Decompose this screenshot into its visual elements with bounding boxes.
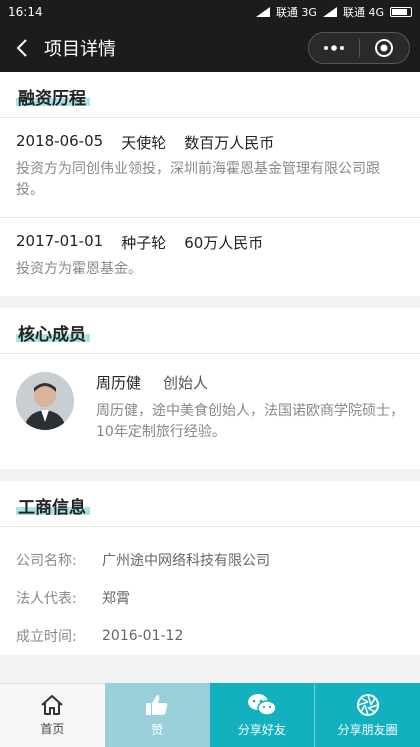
carrier-2: 联通 4G xyxy=(342,6,384,19)
home-icon xyxy=(41,695,64,715)
round-amount: 60万人民币 xyxy=(184,234,264,252)
more-dots-icon xyxy=(323,45,344,51)
battery-icon xyxy=(390,7,412,17)
tab-home[interactable]: 首页 xyxy=(0,683,105,747)
tab-share-friend-label: 分享好友 xyxy=(237,722,286,737)
tab-share-friend[interactable]: 分享好友 xyxy=(209,683,316,747)
wechat-icon xyxy=(247,693,277,716)
member-name: 周历健 xyxy=(96,374,142,392)
target-close-icon xyxy=(375,39,394,57)
chevron-left-icon xyxy=(16,39,27,57)
status-bar: 16:14 联通 3G 联通 4G xyxy=(0,0,420,24)
tab-like-label: 赞 xyxy=(151,722,164,737)
page-title: 项目详情 xyxy=(44,39,116,60)
member-info: 周历健 创始人 周历健，途中美食创始人，法国诺欧商学院硕士，10年定制旅行经验。 xyxy=(96,372,404,443)
tab-share-moments[interactable]: 分享朋友圈 xyxy=(315,683,420,747)
tab-share-moments-label: 分享朋友圈 xyxy=(337,722,398,737)
signal-icon xyxy=(322,7,337,17)
nav-bar: 项目详情 xyxy=(0,24,420,72)
member-description: 周历健，途中美食创始人，法国诺欧商学院硕士，10年定制旅行经验。 xyxy=(96,403,404,440)
info-label: 成立时间: xyxy=(16,629,77,645)
avatar xyxy=(16,372,74,430)
info-value: 广州途中网络科技有限公司 xyxy=(102,553,270,569)
round-date: 2017-01-01 xyxy=(16,232,104,250)
round-date: 2018-06-05 xyxy=(16,132,104,150)
business-section-header: 工商信息 xyxy=(0,481,420,527)
member-name-row: 周历健 创始人 xyxy=(96,372,404,393)
status-time: 16:14 xyxy=(8,5,43,19)
round-stage: 天使轮 xyxy=(121,134,167,152)
funding-round: 2017-01-01 种子轮 60万人民币 投资方为霍恩基金。 xyxy=(0,218,420,296)
tab-like[interactable]: 赞 xyxy=(104,683,210,747)
funding-title: 融资历程 xyxy=(18,89,86,109)
more-button[interactable] xyxy=(309,33,359,63)
tab-home-label: 首页 xyxy=(40,722,65,736)
info-row-founded: 成立时间: 2016-01-12 xyxy=(0,617,420,655)
member-item[interactable]: 周历健 创始人 周历健，途中美食创始人，法国诺欧商学院硕士，10年定制旅行经验。 xyxy=(0,354,420,469)
round-header: 2017-01-01 种子轮 60万人民币 xyxy=(16,232,404,253)
funding-card: 融资历程 2018-06-05 天使轮 数百万人民币 投资方为同创伟业领投，深圳… xyxy=(0,72,420,296)
member-role: 创始人 xyxy=(163,374,209,392)
moments-aperture-icon xyxy=(356,693,379,716)
info-row-legal-rep: 法人代表: 郑霄 xyxy=(0,579,420,617)
person-avatar-icon xyxy=(16,372,74,430)
info-value: 2016-01-12 xyxy=(102,628,184,644)
back-button[interactable] xyxy=(0,24,44,72)
funding-round: 2018-06-05 天使轮 数百万人民币 投资方为同创伟业领投，深圳前海霍恩基… xyxy=(0,118,420,218)
round-description: 投资方为同创伟业领投，深圳前海霍恩基金管理有限公司跟投。 xyxy=(16,161,380,198)
info-row-company: 公司名称: 广州途中网络科技有限公司 xyxy=(0,541,420,579)
mini-program-capsule xyxy=(308,32,410,64)
signal-icon xyxy=(255,7,270,17)
funding-section-header: 融资历程 xyxy=(0,72,420,118)
bottom-tab-bar: 首页 赞 分享好友 分享朋友圈 xyxy=(0,683,420,747)
team-section-header: 核心成员 xyxy=(0,308,420,354)
business-title: 工商信息 xyxy=(18,498,86,518)
close-program-button[interactable] xyxy=(360,33,410,63)
status-icons: 联通 3G 联通 4G xyxy=(255,4,412,20)
carrier-1: 联通 3G xyxy=(275,6,317,19)
business-card: 工商信息 公司名称: 广州途中网络科技有限公司 法人代表: 郑霄 成立时间: 2… xyxy=(0,481,420,655)
round-description: 投资方为霍恩基金。 xyxy=(16,261,142,277)
round-amount: 数百万人民币 xyxy=(184,134,275,152)
info-label: 法人代表: xyxy=(16,591,77,607)
page-content: 融资历程 2018-06-05 天使轮 数百万人民币 投资方为同创伟业领投，深圳… xyxy=(0,72,420,683)
thumbs-up-icon xyxy=(146,694,168,715)
round-header: 2018-06-05 天使轮 数百万人民币 xyxy=(16,132,404,153)
team-title: 核心成员 xyxy=(18,325,86,345)
info-label: 公司名称: xyxy=(16,553,77,569)
team-card: 核心成员 周历健 创始人 周历健，途中美食创始人，法国诺欧商学院硕士，10年定制… xyxy=(0,308,420,469)
info-value: 郑霄 xyxy=(102,591,130,607)
round-stage: 种子轮 xyxy=(121,234,167,252)
